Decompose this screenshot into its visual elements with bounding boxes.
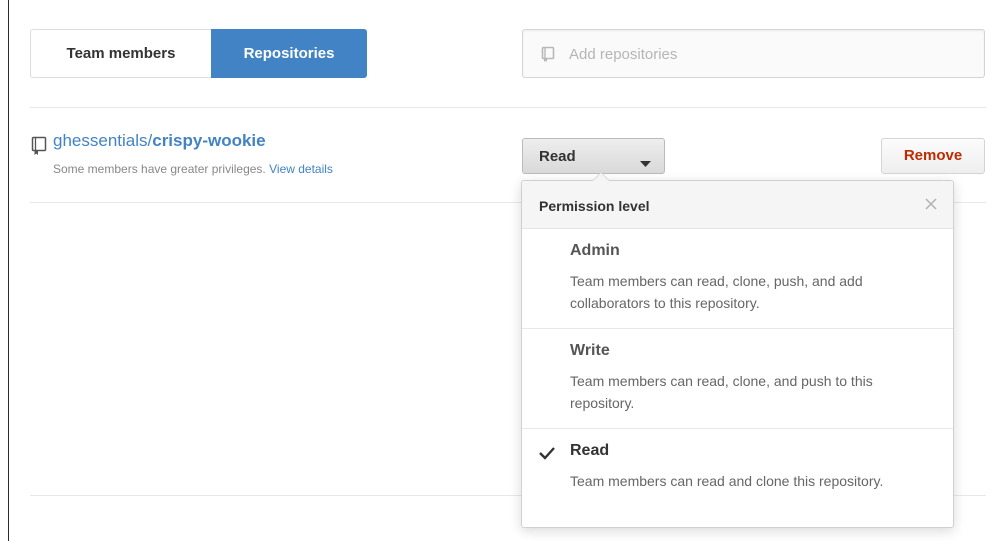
- repo-icon: [541, 46, 555, 68]
- view-details-link[interactable]: View details: [269, 162, 333, 176]
- check-icon: [538, 446, 556, 465]
- option-title: Admin: [570, 242, 620, 259]
- permission-option-write[interactable]: Write Team members can read, clone, and …: [522, 329, 953, 429]
- permission-level-menu: Permission level Admin Team members can …: [521, 172, 954, 528]
- remove-button[interactable]: Remove: [881, 138, 985, 174]
- add-repositories-field[interactable]: [522, 29, 985, 79]
- permission-option-read[interactable]: Read Team members can read and clone thi…: [522, 429, 953, 527]
- caret-down-icon: [640, 154, 651, 171]
- repo-name: crispy-wookie: [152, 131, 266, 150]
- tab-bar: Team members Repositories: [30, 29, 367, 78]
- menu-header: Permission level: [522, 181, 953, 229]
- option-description: Team members can read, clone, and push t…: [570, 373, 873, 411]
- privileges-text: Some members have greater privileges.: [53, 162, 266, 176]
- tab-repositories[interactable]: Repositories: [211, 29, 367, 78]
- permission-option-admin[interactable]: Admin Team members can read, clone, push…: [522, 229, 953, 329]
- menu-title: Permission level: [539, 198, 650, 214]
- divider: [30, 107, 986, 108]
- tab-team-members[interactable]: Team members: [30, 29, 211, 78]
- option-description: Team members can read and clone this rep…: [570, 473, 884, 489]
- add-repositories-input[interactable]: [567, 30, 971, 79]
- repo-privileges-note: Some members have greater privileges. Vi…: [53, 162, 333, 176]
- repo-owner: ghessentials/: [53, 131, 153, 150]
- permission-dropdown-button[interactable]: Read: [522, 138, 665, 174]
- close-icon[interactable]: [921, 194, 941, 214]
- repo-icon: [31, 136, 47, 161]
- repo-link[interactable]: ghessentials/crispy-wookie: [53, 131, 266, 151]
- option-title: Read: [570, 442, 610, 459]
- permission-label: Read: [539, 148, 576, 165]
- option-description: Team members can read, clone, push, and …: [570, 273, 863, 311]
- option-title: Write: [570, 342, 610, 359]
